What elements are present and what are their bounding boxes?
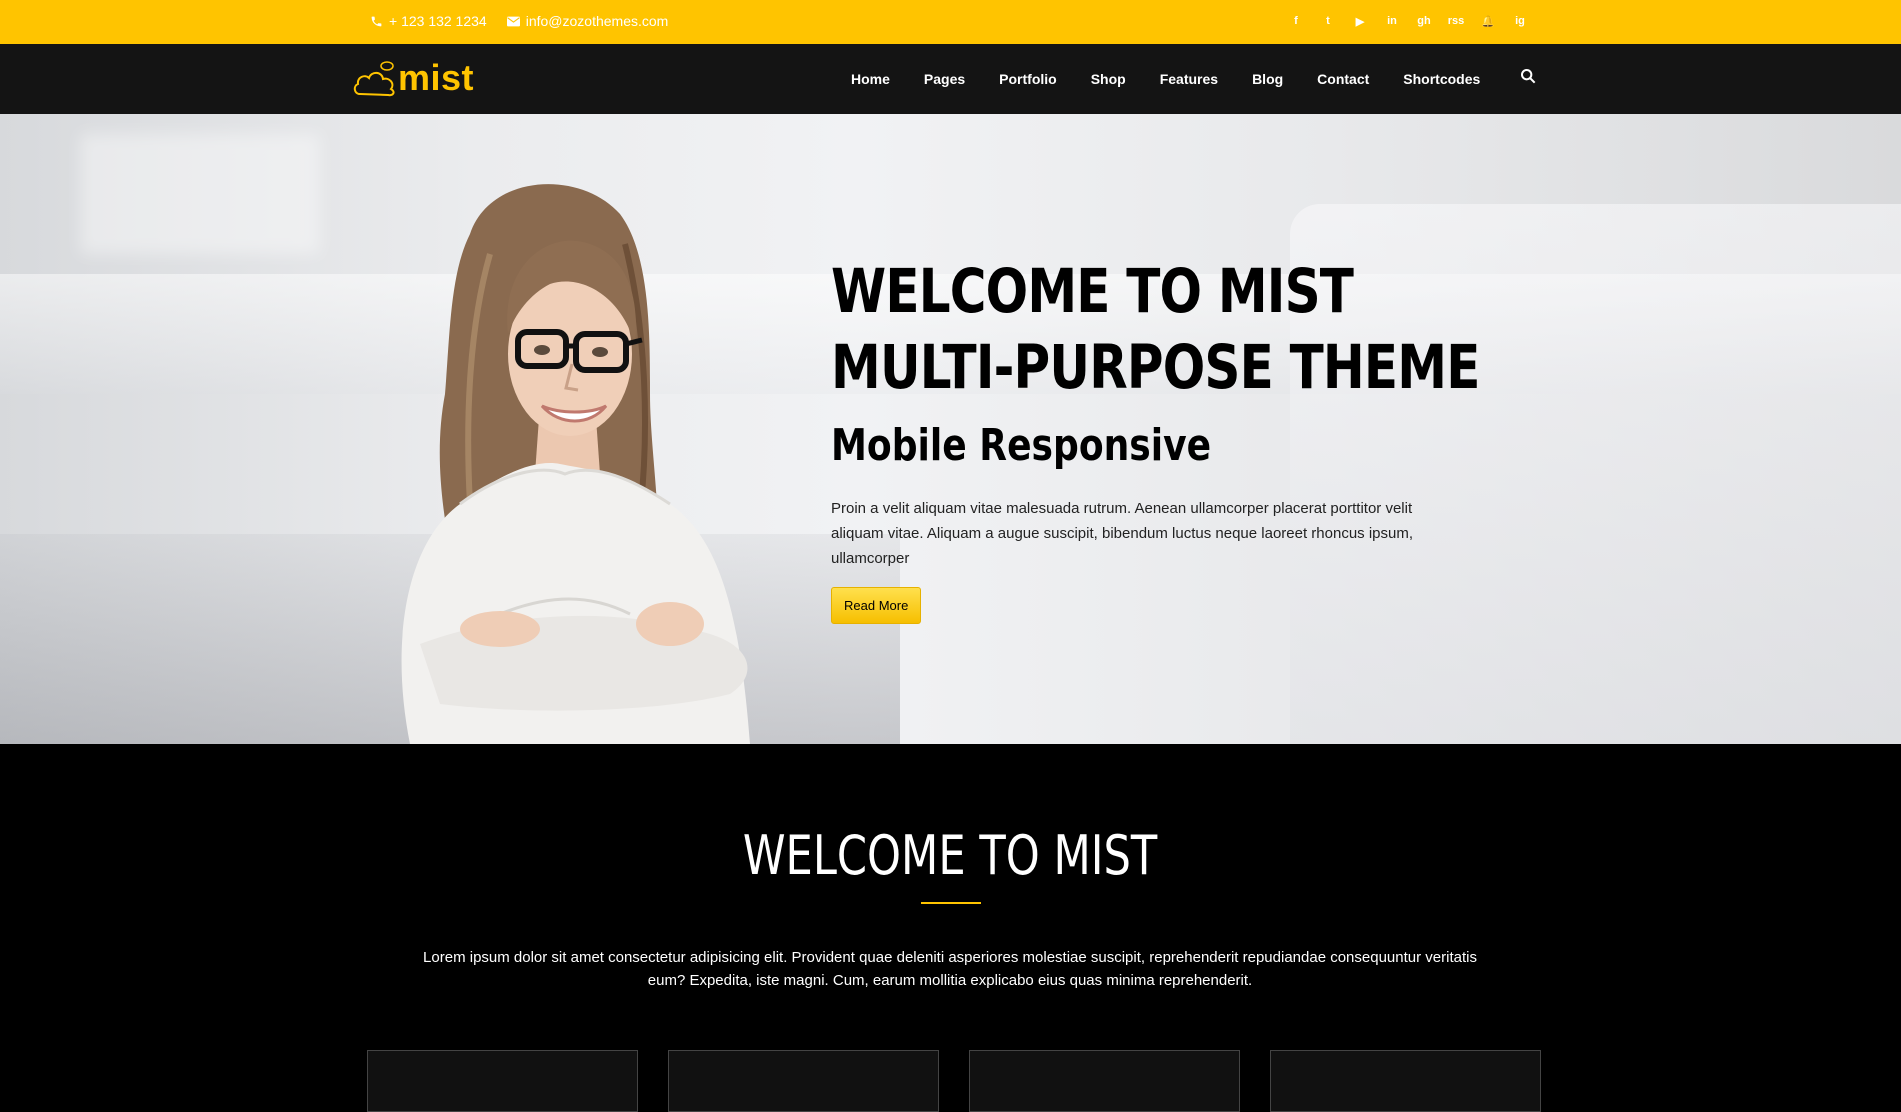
linkedin-icon[interactable]: in	[1384, 13, 1400, 29]
hero-slider: WELCOME TO MIST MULTI-PURPOSE THEME Mobi…	[0, 114, 1901, 744]
welcome-title-text: WELCOME TO MIST	[743, 824, 1158, 887]
site-logo[interactable]: mist	[352, 54, 492, 100]
phone-item[interactable]: + 123 132 1234	[370, 13, 487, 29]
feature-card[interactable]	[1270, 1050, 1541, 1112]
contact-info: + 123 132 1234 info@zozothemes.com	[370, 0, 668, 42]
search-icon	[1521, 69, 1536, 84]
cloud-logo-icon	[353, 61, 395, 97]
youtube-icon[interactable]: ▶	[1352, 13, 1368, 29]
welcome-description: Lorem ipsum dolor sit amet consectetur a…	[423, 949, 1477, 989]
nav-item-shop[interactable]: Shop	[1091, 71, 1126, 87]
nav-menu: Home Pages Portfolio Shop Features Blog Contac…	[851, 44, 1480, 114]
logo-wordmark: mist	[398, 57, 475, 98]
title-divider	[921, 902, 981, 904]
phone-icon	[371, 16, 382, 26]
social-icons: f t ▶ in gh rss 🔔 ig	[1288, 0, 1528, 42]
welcome-title: WELCOME TO MIST	[0, 824, 1901, 888]
feature-cards	[367, 1050, 1541, 1112]
email-text: info@zozothemes.com	[525, 13, 669, 29]
hero-title-line1: WELCOME TO MIST	[831, 256, 1354, 327]
wifi-icon[interactable]: rss	[1448, 13, 1465, 29]
instagram-icon[interactable]: ig	[1512, 13, 1528, 29]
hero-content: WELCOME TO MIST MULTI-PURPOSE THEME Mobi…	[831, 254, 1480, 624]
background-window	[80, 134, 320, 254]
nav-item-home[interactable]: Home	[851, 71, 890, 87]
nav-item-features[interactable]: Features	[1160, 71, 1218, 87]
email-item[interactable]: info@zozothemes.com	[506, 13, 669, 29]
hero-woman-image	[401, 184, 750, 744]
envelope-icon	[506, 16, 520, 26]
nav-item-portfolio[interactable]: Portfolio	[999, 71, 1057, 87]
feature-card[interactable]	[969, 1050, 1240, 1112]
hero-subtitle: Mobile Responsive	[831, 420, 1212, 471]
nav-item-blog[interactable]: Blog	[1252, 71, 1283, 87]
feature-card[interactable]	[668, 1050, 939, 1112]
main-navbar: mist Home Pages Portfolio Shop Features Blog C…	[0, 44, 1901, 114]
twitter-icon[interactable]: t	[1320, 13, 1336, 29]
top-bar: + 123 132 1234 info@zozothemes.com f t ▶ in…	[0, 0, 1901, 44]
search-button[interactable]	[1520, 68, 1538, 86]
read-more-button[interactable]: Read More	[831, 587, 922, 624]
bell-icon[interactable]: 🔔	[1480, 13, 1496, 29]
hero-description: Proin a velit aliquam vitae malesuada ru…	[831, 500, 1414, 567]
facebook-icon[interactable]: f	[1288, 13, 1304, 29]
nav-item-contact[interactable]: Contact	[1317, 71, 1369, 87]
phone-text: + 123 132 1234	[389, 13, 487, 29]
welcome-section: WELCOME TO MIST Lorem ipsum dolor sit am…	[0, 744, 1901, 1112]
feature-card[interactable]	[367, 1050, 638, 1112]
hero-title-line2: MULTI-PURPOSE THEME	[831, 332, 1480, 403]
github-icon[interactable]: gh	[1416, 13, 1432, 29]
nav-item-shortcodes[interactable]: Shortcodes	[1403, 71, 1480, 87]
nav-item-pages[interactable]: Pages	[924, 71, 965, 87]
